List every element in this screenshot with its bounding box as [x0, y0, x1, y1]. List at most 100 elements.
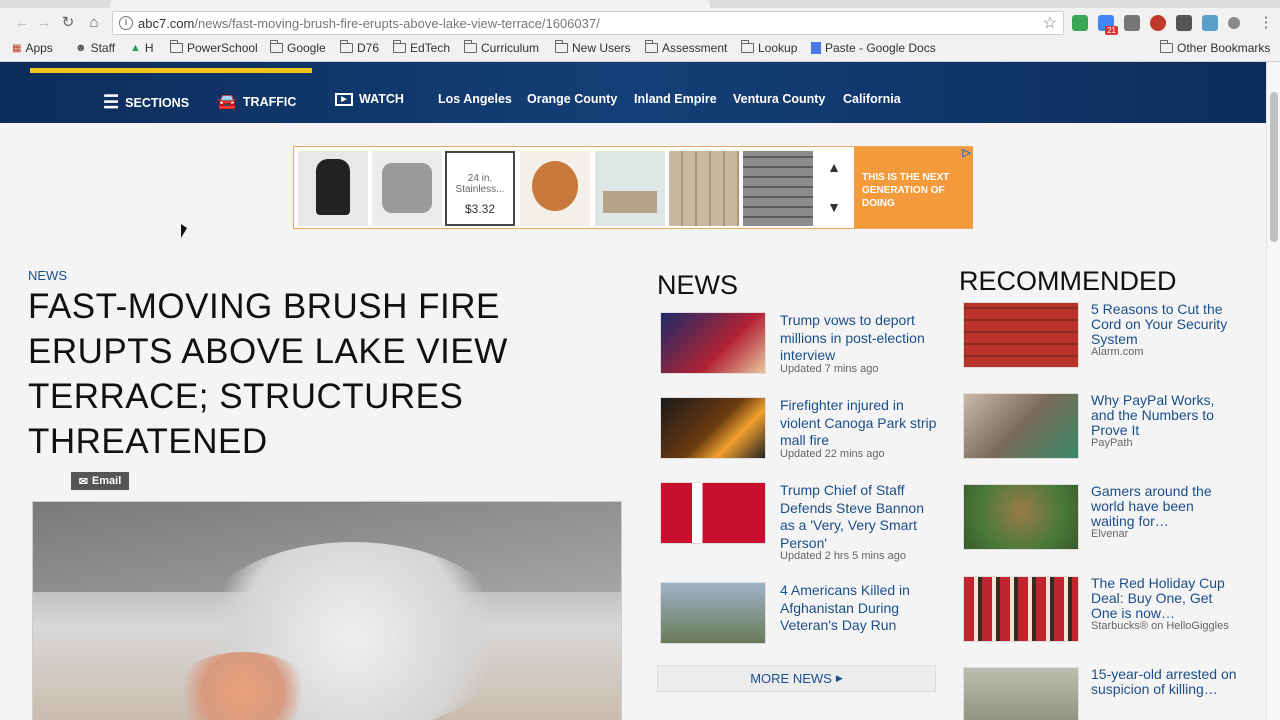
folder-icon [393, 40, 406, 53]
home-icon[interactable]: ⌂ [84, 13, 104, 33]
news-story-title[interactable]: 4 Americans Killed in Afghanistan During… [780, 582, 940, 635]
ad-product-wood-panel[interactable] [669, 151, 739, 226]
recommended-source: Starbucks® on HelloGiggles [1091, 620, 1229, 632]
shield-extension-icon[interactable] [1124, 15, 1140, 31]
article-category[interactable]: NEWS [28, 268, 67, 283]
bookmark-paste-docs[interactable]: Paste - Google Docs [811, 41, 936, 55]
apps-grid-icon: ▦ [12, 42, 22, 54]
more-news-label: MORE NEWS [750, 671, 832, 686]
pressure-cooker-image [382, 163, 432, 213]
bookmark-d76[interactable]: D76 [340, 40, 380, 55]
other-bookmarks[interactable]: Other Bookmarks [1160, 40, 1270, 55]
forward-icon[interactable]: → [34, 13, 54, 33]
bookmark-label: Assessment [662, 41, 728, 55]
bookmark-apps[interactable]: ▦ Apps [12, 41, 53, 55]
nav-label: WATCH [359, 92, 404, 106]
recommended-item-1[interactable]: 5 Reasons to Cut the Cord on Your Securi… [963, 302, 1253, 377]
bookmark-star-icon[interactable]: ☆ [1043, 13, 1057, 33]
folder-icon [741, 40, 754, 53]
news-story-3[interactable]: Trump Chief of Staff Defends Steve Banno… [660, 482, 940, 567]
recommended-title[interactable]: 15-year-old arrested on suspicion of kil… [1091, 667, 1241, 697]
recommended-source: Alarm.com [1091, 346, 1144, 358]
adchoices-icon[interactable]: ▷ [963, 147, 971, 160]
extension-icon-7[interactable] [1228, 17, 1240, 29]
email-share-button[interactable]: ✉ Email [71, 472, 129, 490]
nav-ventura-county[interactable]: Ventura County [733, 92, 825, 106]
news-story-2[interactable]: Firefighter injured in violent Canoga Pa… [660, 397, 940, 467]
nav-inland-empire[interactable]: Inland Empire [634, 92, 717, 106]
back-icon[interactable]: ← [12, 13, 32, 33]
news-story-4[interactable]: 4 Americans Killed in Afghanistan During… [660, 582, 940, 647]
bookmark-label: Staff [90, 41, 116, 55]
tv-icon: ▶ [335, 92, 353, 106]
advertisement[interactable]: 24 in. Stainless... $3.32 ▲ ▼ ▷ THIS IS … [293, 146, 973, 229]
bookmark-staff[interactable]: ☻ Staff [75, 41, 115, 55]
mouse-cursor-icon [181, 224, 187, 238]
recommended-item-2[interactable]: Why PayPal Works, and the Numbers to Pro… [963, 393, 1253, 468]
person-icon: ☻ [75, 42, 87, 54]
bookmark-curriculum[interactable]: Curriculum [464, 40, 539, 55]
nav-traffic[interactable]: 🚘 TRAFFIC [217, 92, 296, 112]
nav-orange-county[interactable]: Orange County [527, 92, 617, 106]
address-bar[interactable]: i abc7.com/news/fast-moving-brush-fire-e… [112, 11, 1064, 35]
bookmark-assessment[interactable]: Assessment [645, 40, 728, 55]
bookmark-new-users[interactable]: New Users [555, 40, 631, 55]
ad-scroll-down-icon[interactable]: ▼ [824, 199, 844, 219]
recommended-title[interactable]: Why PayPal Works, and the Numbers to Pro… [1091, 393, 1241, 438]
recommended-item-5[interactable]: 15-year-old arrested on suspicion of kil… [963, 667, 1253, 720]
news-story-title[interactable]: Trump vows to deport millions in post-el… [780, 312, 940, 365]
folder-icon [464, 40, 477, 53]
extension-icon-4[interactable] [1150, 15, 1166, 31]
bookmark-h[interactable]: ▲ H [130, 41, 154, 55]
ad-scroll-up-icon[interactable]: ▲ [824, 159, 844, 179]
reload-icon[interactable]: ↻ [58, 13, 78, 33]
bookmark-powerschool[interactable]: PowerSchool [170, 40, 258, 55]
recommended-item-3[interactable]: Gamers around the world have been waitin… [963, 484, 1253, 559]
ad-product-selected[interactable]: 24 in. Stainless... $3.32 [445, 151, 515, 226]
scrollbar-thumb[interactable] [1270, 92, 1278, 242]
recommended-section-title: RECOMMENDED [959, 266, 1177, 296]
recommended-title[interactable]: The Red Holiday Cup Deal: Buy One, Get O… [1091, 576, 1241, 621]
news-story-1[interactable]: Trump vows to deport millions in post-el… [660, 312, 940, 382]
recommended-title[interactable]: Gamers around the world have been waitin… [1091, 484, 1241, 529]
nav-watch[interactable]: ▶ WATCH [335, 92, 404, 106]
ad-product-pressure-cooker[interactable] [372, 151, 442, 226]
furniture-image [603, 191, 657, 213]
bookmark-lookup[interactable]: Lookup [741, 40, 797, 55]
extension-icon-1[interactable] [1072, 15, 1088, 31]
recommended-item-4[interactable]: The Red Holiday Cup Deal: Buy One, Get O… [963, 576, 1253, 651]
page-scrollbar[interactable] [1266, 62, 1280, 720]
bookmark-label: Apps [25, 41, 53, 55]
film-extension-icon[interactable] [1176, 15, 1192, 31]
bookmark-google[interactable]: Google [270, 40, 326, 55]
ad-banner[interactable]: ▷ THIS IS THE NEXT GENERATION OF DOING [854, 147, 973, 228]
news-story-time: Updated 22 mins ago [780, 448, 885, 460]
bookmark-label: D76 [357, 41, 380, 55]
url-text[interactable]: abc7.com/news/fast-moving-brush-fire-eru… [138, 16, 600, 31]
news-story-title[interactable]: Trump Chief of Staff Defends Steve Banno… [780, 482, 940, 552]
site-info-icon[interactable]: i [119, 16, 133, 30]
bookmark-label: Paste - Google Docs [825, 41, 936, 55]
bookmark-edtech[interactable]: EdTech [393, 40, 450, 55]
extension-icon-6[interactable] [1202, 15, 1218, 31]
article-hero-image[interactable] [32, 501, 622, 720]
air-fryer-image [316, 159, 350, 215]
ad-product-wall-decor[interactable] [595, 151, 665, 226]
nav-sections[interactable]: ☰ SECTIONS [103, 92, 189, 113]
news-thumbnail [660, 582, 766, 644]
more-news-button[interactable]: MORE NEWS ▶ [657, 665, 936, 692]
recommended-title[interactable]: 5 Reasons to Cut the Cord on Your Securi… [1091, 302, 1241, 347]
ad-product-brick-panel[interactable] [743, 151, 813, 226]
recommended-thumbnail [963, 393, 1079, 459]
ad-product-convection-oven[interactable] [520, 151, 590, 226]
calendar-extension-icon[interactable]: 21 [1098, 15, 1118, 35]
menu-icon[interactable]: ⋮ [1256, 13, 1276, 33]
ad-product-price: $3.32 [464, 202, 496, 216]
ad-product-air-fryer[interactable] [298, 151, 368, 226]
recommended-thumbnail [963, 667, 1079, 720]
nav-los-angeles[interactable]: Los Angeles [438, 92, 512, 106]
nav-california[interactable]: California [843, 92, 901, 106]
active-tab[interactable] [110, 0, 710, 8]
recommended-source: PayPath [1091, 437, 1133, 449]
news-story-title[interactable]: Firefighter injured in violent Canoga Pa… [780, 397, 940, 450]
